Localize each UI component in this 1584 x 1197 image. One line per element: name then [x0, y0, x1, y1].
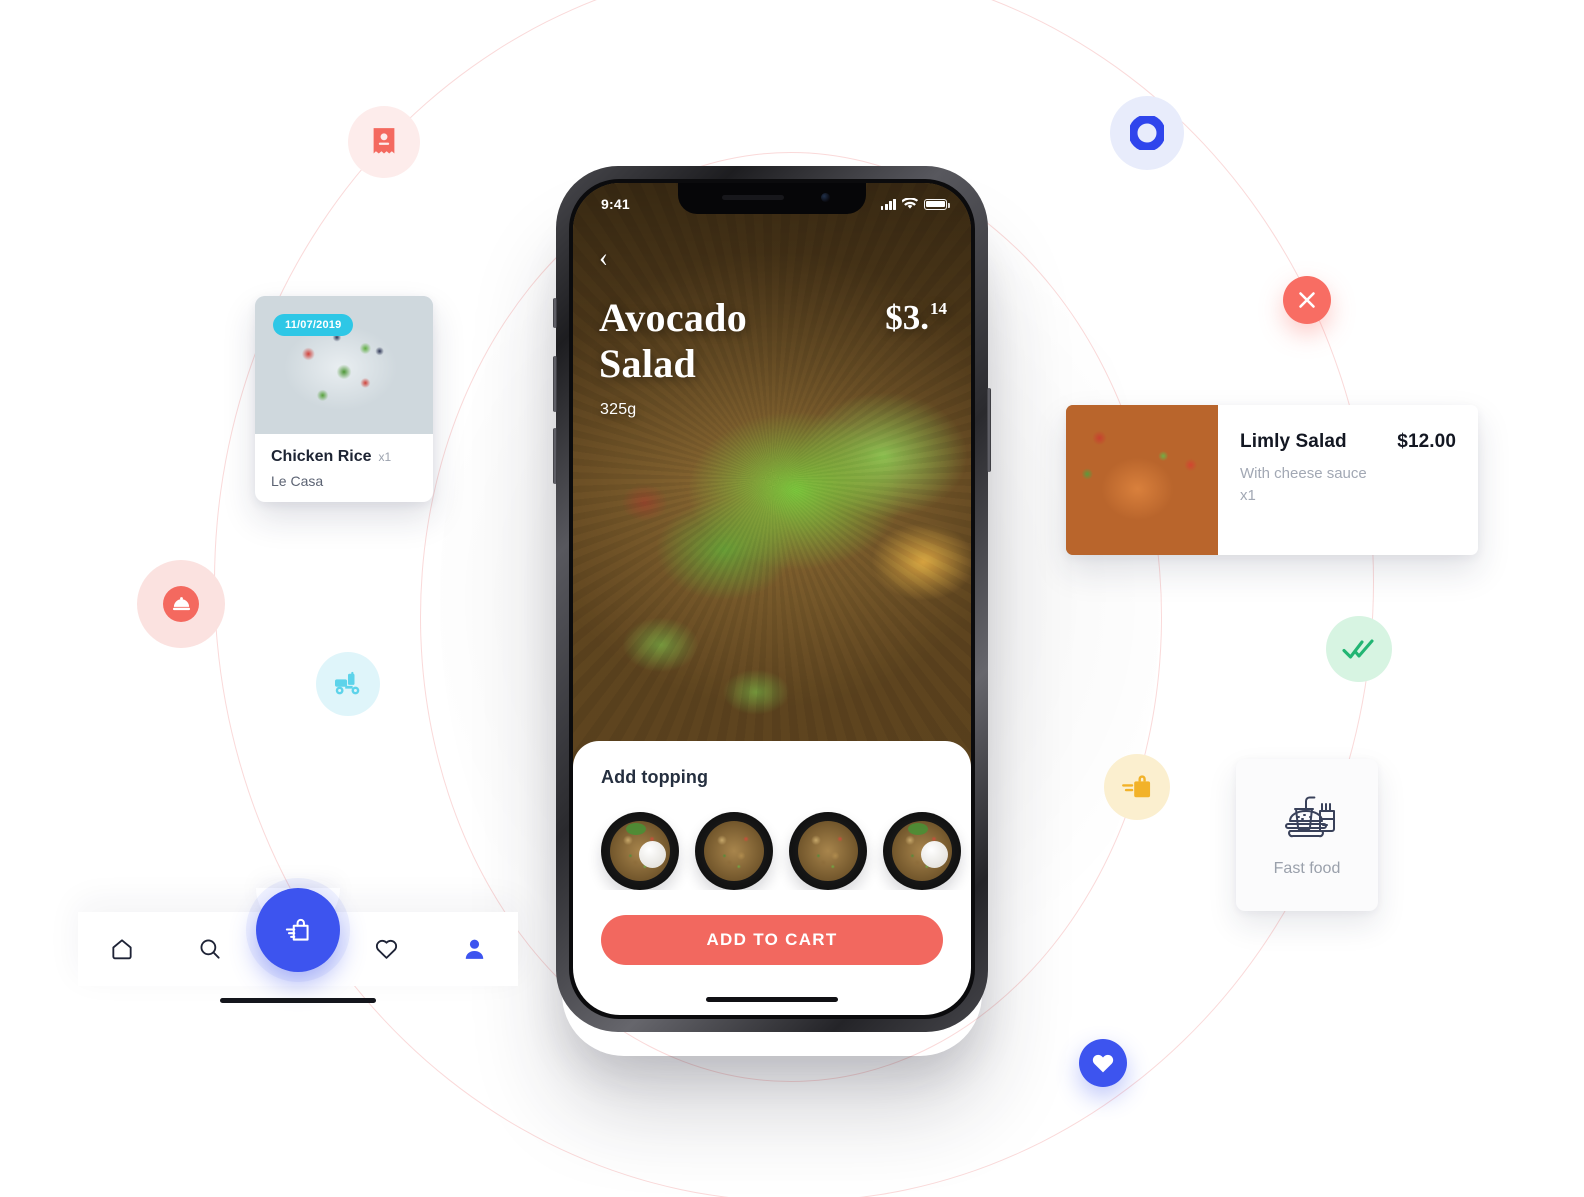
shopping-bag-motion-icon	[1122, 775, 1151, 798]
fast-delivery-bag-badge[interactable]	[1104, 754, 1170, 820]
nav-home-indicator	[220, 998, 376, 1003]
dish-weight: 325g	[600, 401, 637, 418]
status-time: 9:41	[601, 196, 630, 212]
home-icon	[112, 939, 132, 960]
add-to-cart-button[interactable]: ADD TO CART	[601, 915, 943, 965]
phone-bezel: 9:41 ‹ Avocado Salad 325g $3. 14 Add top…	[569, 179, 975, 1019]
ring-dot-icon	[1130, 116, 1164, 150]
shopping-bag-icon	[285, 918, 309, 941]
topping-option-4[interactable]	[883, 812, 961, 890]
topping-option-1[interactable]	[601, 812, 679, 890]
product-price: $12.00	[1397, 431, 1456, 452]
battery-full-icon	[924, 198, 950, 210]
scooter-icon	[335, 671, 360, 695]
product-title-price-row: Limly Salad $12.00	[1240, 431, 1456, 453]
dish-title: Avocado Salad	[599, 295, 748, 386]
topping-list[interactable]	[573, 788, 971, 890]
cart-fab[interactable]	[256, 888, 340, 972]
product-description: With cheese sauce	[1240, 465, 1367, 482]
order-date-badge: 11/07/2019	[273, 314, 354, 336]
nav-profile[interactable]	[430, 912, 518, 986]
back-button[interactable]: ‹	[599, 244, 625, 271]
receipt-icon	[373, 128, 395, 154]
order-item-quantity: x1	[378, 450, 392, 464]
phone-mockup: 9:41 ‹ Avocado Salad 325g $3. 14 Add top…	[553, 166, 991, 1032]
dish-price: $3. 14	[885, 298, 947, 338]
phone-power-button	[987, 388, 991, 472]
add-topping-sheet: Add topping ADD TO CART	[573, 741, 971, 1015]
category-tile-fast-food[interactable]: Fast food	[1236, 759, 1378, 911]
phone-mute-switch	[553, 298, 557, 328]
category-tile-label: Fast food	[1273, 860, 1341, 877]
nav-favorites[interactable]	[342, 912, 430, 986]
phone-screen: 9:41 ‹ Avocado Salad 325g $3. 14 Add top…	[573, 183, 971, 1015]
product-quantity: x1	[1240, 487, 1256, 504]
fast-food-icon	[1285, 796, 1335, 838]
order-card-thumbnail: 11/07/2019	[255, 296, 433, 434]
phone-volume-down-button	[553, 428, 557, 484]
dish-price-main: $3.	[885, 298, 929, 337]
person-icon	[465, 939, 483, 959]
served-dish-badge[interactable]	[163, 586, 199, 622]
add-topping-heading: Add topping	[601, 767, 709, 787]
heart-filled-icon	[1092, 1054, 1114, 1073]
cloche-icon	[172, 597, 190, 611]
bottom-navigation-bar	[78, 888, 518, 1008]
dish-price-cents: 14	[930, 299, 947, 318]
favorite-badge[interactable]	[1079, 1039, 1127, 1087]
delivery-scooter-badge[interactable]	[316, 652, 380, 716]
phone-volume-up-button	[553, 356, 557, 412]
receipt-badge[interactable]	[348, 106, 420, 178]
wifi-icon	[902, 198, 918, 209]
showcase-canvas: 9:41 ‹ Avocado Salad 325g $3. 14 Add top…	[0, 0, 1584, 1197]
topping-option-3[interactable]	[789, 812, 867, 890]
order-dot-badge[interactable]	[1110, 96, 1184, 170]
cellular-bars-icon	[880, 198, 896, 210]
order-card-title-row: Chicken Rice x1	[271, 448, 417, 466]
phone-home-indicator	[706, 997, 838, 1002]
heart-outline-icon	[375, 939, 397, 959]
nav-search[interactable]	[166, 912, 254, 986]
delivered-badge[interactable]	[1326, 616, 1392, 682]
nav-home[interactable]	[78, 912, 166, 986]
product-card-info: Limly Salad $12.00 With cheese sauce x1	[1218, 405, 1478, 555]
topping-option-2[interactable]	[695, 812, 773, 890]
order-restaurant-name: Le Casa	[271, 473, 324, 489]
order-history-card[interactable]: 11/07/2019 Chicken Rice x1 Le Casa	[255, 296, 433, 502]
search-icon	[200, 939, 220, 959]
status-bar: 9:41	[573, 183, 971, 219]
order-item-name: Chicken Rice	[271, 448, 372, 465]
product-card-thumbnail	[1066, 405, 1218, 555]
double-check-icon	[1342, 639, 1374, 659]
phone-frame: 9:41 ‹ Avocado Salad 325g $3. 14 Add top…	[553, 166, 991, 1032]
order-card-body: Chicken Rice x1 Le Casa	[255, 434, 433, 489]
cancel-badge[interactable]	[1283, 276, 1331, 324]
product-line-item-card[interactable]: Limly Salad $12.00 With cheese sauce x1	[1066, 405, 1478, 555]
product-name: Limly Salad	[1240, 431, 1347, 452]
close-icon	[1299, 292, 1315, 308]
